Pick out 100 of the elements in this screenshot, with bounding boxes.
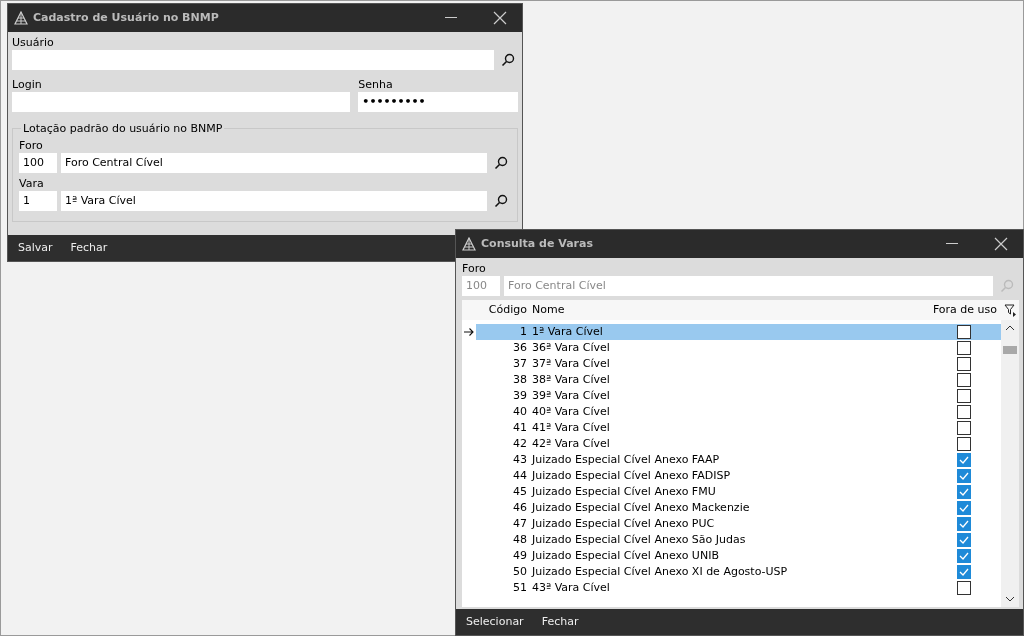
table-cell-text: 44 xyxy=(512,468,528,484)
footer-button[interactable]: Salvar xyxy=(16,237,55,259)
table-cell-text: 51 xyxy=(512,580,528,596)
checkbox[interactable] xyxy=(957,517,971,531)
login-field[interactable] xyxy=(12,92,351,112)
table-row[interactable]: 51 43ª Vara Cível xyxy=(462,580,1001,596)
table-cell-text: 36 xyxy=(512,340,528,356)
table-row[interactable]: 46 Juizado Especial Cível Anexo Mackenzie xyxy=(462,500,1001,516)
checkbox[interactable] xyxy=(957,581,971,595)
table-row[interactable]: 37 37ª Vara Cível xyxy=(462,356,1001,372)
table-cell-text: 42ª Vara Cível xyxy=(532,436,611,452)
table-cell-text: 40 xyxy=(512,404,528,420)
row-pointer-icon xyxy=(464,328,474,336)
code-field[interactable]: 1 xyxy=(19,191,57,211)
table-cell-text: 41 xyxy=(512,420,528,436)
table-cell-text: 46 xyxy=(512,500,528,516)
table-cell: 1ª Vara Cível xyxy=(532,324,933,340)
close-icon[interactable] xyxy=(994,237,1008,251)
footer-button[interactable]: Fechar xyxy=(539,611,581,633)
table-cell-text: 43 xyxy=(512,452,528,468)
checkbox[interactable] xyxy=(957,341,971,355)
table-cell-text: 43ª Vara Cível xyxy=(532,580,611,596)
table-cell-text: 37 xyxy=(512,356,528,372)
table-cell-text: 47 xyxy=(512,516,528,532)
table-cell-text: Juizado Especial Cível Anexo Mackenzie xyxy=(532,500,751,516)
field-label: Foro xyxy=(462,262,487,276)
close-icon[interactable] xyxy=(493,11,507,25)
field-label: Vara xyxy=(19,177,45,191)
checkbox[interactable] xyxy=(957,405,971,419)
table-cell-text: Juizado Especial Cível Anexo São Judas xyxy=(532,532,747,548)
name-field[interactable]: 1ª Vara Cível xyxy=(61,191,487,211)
table-cell: 1 xyxy=(476,324,532,340)
window-title: Cadastro de Usuário no BNMP xyxy=(33,9,220,26)
filter-icon[interactable] xyxy=(1001,303,1019,317)
table-cell-text: 42 xyxy=(512,436,528,452)
table-row[interactable]: 38 38ª Vara Cível xyxy=(462,372,1001,388)
table-cell-text: 37ª Vara Cível xyxy=(532,356,611,372)
table-cell-text: 50 xyxy=(512,564,528,580)
table-cell-text: 36ª Vara Cível xyxy=(532,340,611,356)
checkbox[interactable] xyxy=(957,373,971,387)
scrollbar[interactable] xyxy=(1001,320,1019,607)
footer-button[interactable]: Selecionar xyxy=(464,611,526,633)
column-header: Código xyxy=(487,302,528,318)
field-label: Foro xyxy=(19,139,44,153)
window-title: Consulta de Varas xyxy=(481,235,594,252)
table-cell-text: Juizado Especial Cível Anexo FAAP xyxy=(532,452,721,468)
table-row[interactable]: 39 39ª Vara Cível xyxy=(462,388,1001,404)
name-field[interactable]: Foro Central Cível xyxy=(61,153,487,173)
logo-icon xyxy=(14,11,28,25)
table-cell-text: Juizado Especial Cível Anexo FMU xyxy=(532,484,717,500)
checkbox[interactable] xyxy=(957,421,971,435)
table-cell-text: 45 xyxy=(512,484,528,500)
checkbox[interactable] xyxy=(957,453,971,467)
user-field[interactable] xyxy=(12,50,494,70)
table-cell-text: Juizado Especial Cível Anexo UNIB xyxy=(532,548,720,564)
checkbox[interactable] xyxy=(957,565,971,579)
table-row[interactable]: 40 40ª Vara Cível xyxy=(462,404,1001,420)
table-cell-text: 48 xyxy=(512,532,528,548)
table-row[interactable]: 44 Juizado Especial Cível Anexo FADISP xyxy=(462,468,1001,484)
table-row[interactable]: 43 Juizado Especial Cível Anexo FAAP xyxy=(462,452,1001,468)
table-row[interactable]: 42 42ª Vara Cível xyxy=(462,436,1001,452)
checkbox[interactable] xyxy=(957,533,971,547)
table-row[interactable]: 48 Juizado Especial Cível Anexo São Judas xyxy=(462,532,1001,548)
code-field[interactable]: 100 xyxy=(19,153,57,173)
checkbox[interactable] xyxy=(957,501,971,515)
scroll-up-icon[interactable] xyxy=(1005,324,1015,332)
table-row[interactable]: 50 Juizado Especial Cível Anexo XI de Agosto-USP xyxy=(462,564,1001,580)
checkbox[interactable] xyxy=(957,389,971,403)
table-cell-text: 49 xyxy=(512,548,528,564)
table-row[interactable]: 49 Juizado Especial Cível Anexo UNIB xyxy=(462,548,1001,564)
table-cell-text: 41ª Vara Cível xyxy=(532,420,611,436)
checkbox[interactable] xyxy=(957,357,971,371)
table-cell-text: 39ª Vara Cível xyxy=(532,388,611,404)
column-header: Nome xyxy=(532,302,566,318)
minimize-icon[interactable] xyxy=(946,243,958,245)
table-row[interactable]: 36 36ª Vara Cível xyxy=(462,340,1001,356)
table-cell-text: Juizado Especial Cível Anexo XI de Agosto-USP xyxy=(532,564,789,580)
table-row[interactable]: 1 1ª Vara Cível xyxy=(462,324,1001,340)
table-cell-text: Juizado Especial Cível Anexo PUC xyxy=(532,516,716,532)
table-row[interactable]: 45 Juizado Especial Cível Anexo FMU xyxy=(462,484,1001,500)
minimize-icon[interactable] xyxy=(445,17,457,19)
checkbox[interactable] xyxy=(957,325,971,339)
footer-button[interactable]: Fechar xyxy=(68,237,110,259)
table-cell-text: Juizado Especial Cível Anexo FADISP xyxy=(532,468,732,484)
checkbox[interactable] xyxy=(957,549,971,563)
scroll-down-icon[interactable] xyxy=(1005,595,1015,603)
field-label: Login xyxy=(12,78,43,92)
password-field[interactable]: ••••••••• xyxy=(358,92,518,112)
checkbox[interactable] xyxy=(957,437,971,451)
logo-icon xyxy=(462,237,476,251)
checkbox[interactable] xyxy=(957,485,971,499)
field-label: Senha xyxy=(358,78,394,92)
table-cell-text: 38ª Vara Cível xyxy=(532,372,611,388)
column-header: Fora de uso xyxy=(932,301,998,318)
scroll-thumb[interactable] xyxy=(1003,346,1017,354)
checkbox[interactable] xyxy=(957,469,971,483)
table-row[interactable]: 47 Juizado Especial Cível Anexo PUC xyxy=(462,516,1001,532)
table-cell-text: 39 xyxy=(512,388,528,404)
table-row[interactable]: 41 41ª Vara Cível xyxy=(462,420,1001,436)
table-cell-text: 40ª Vara Cível xyxy=(532,404,611,420)
